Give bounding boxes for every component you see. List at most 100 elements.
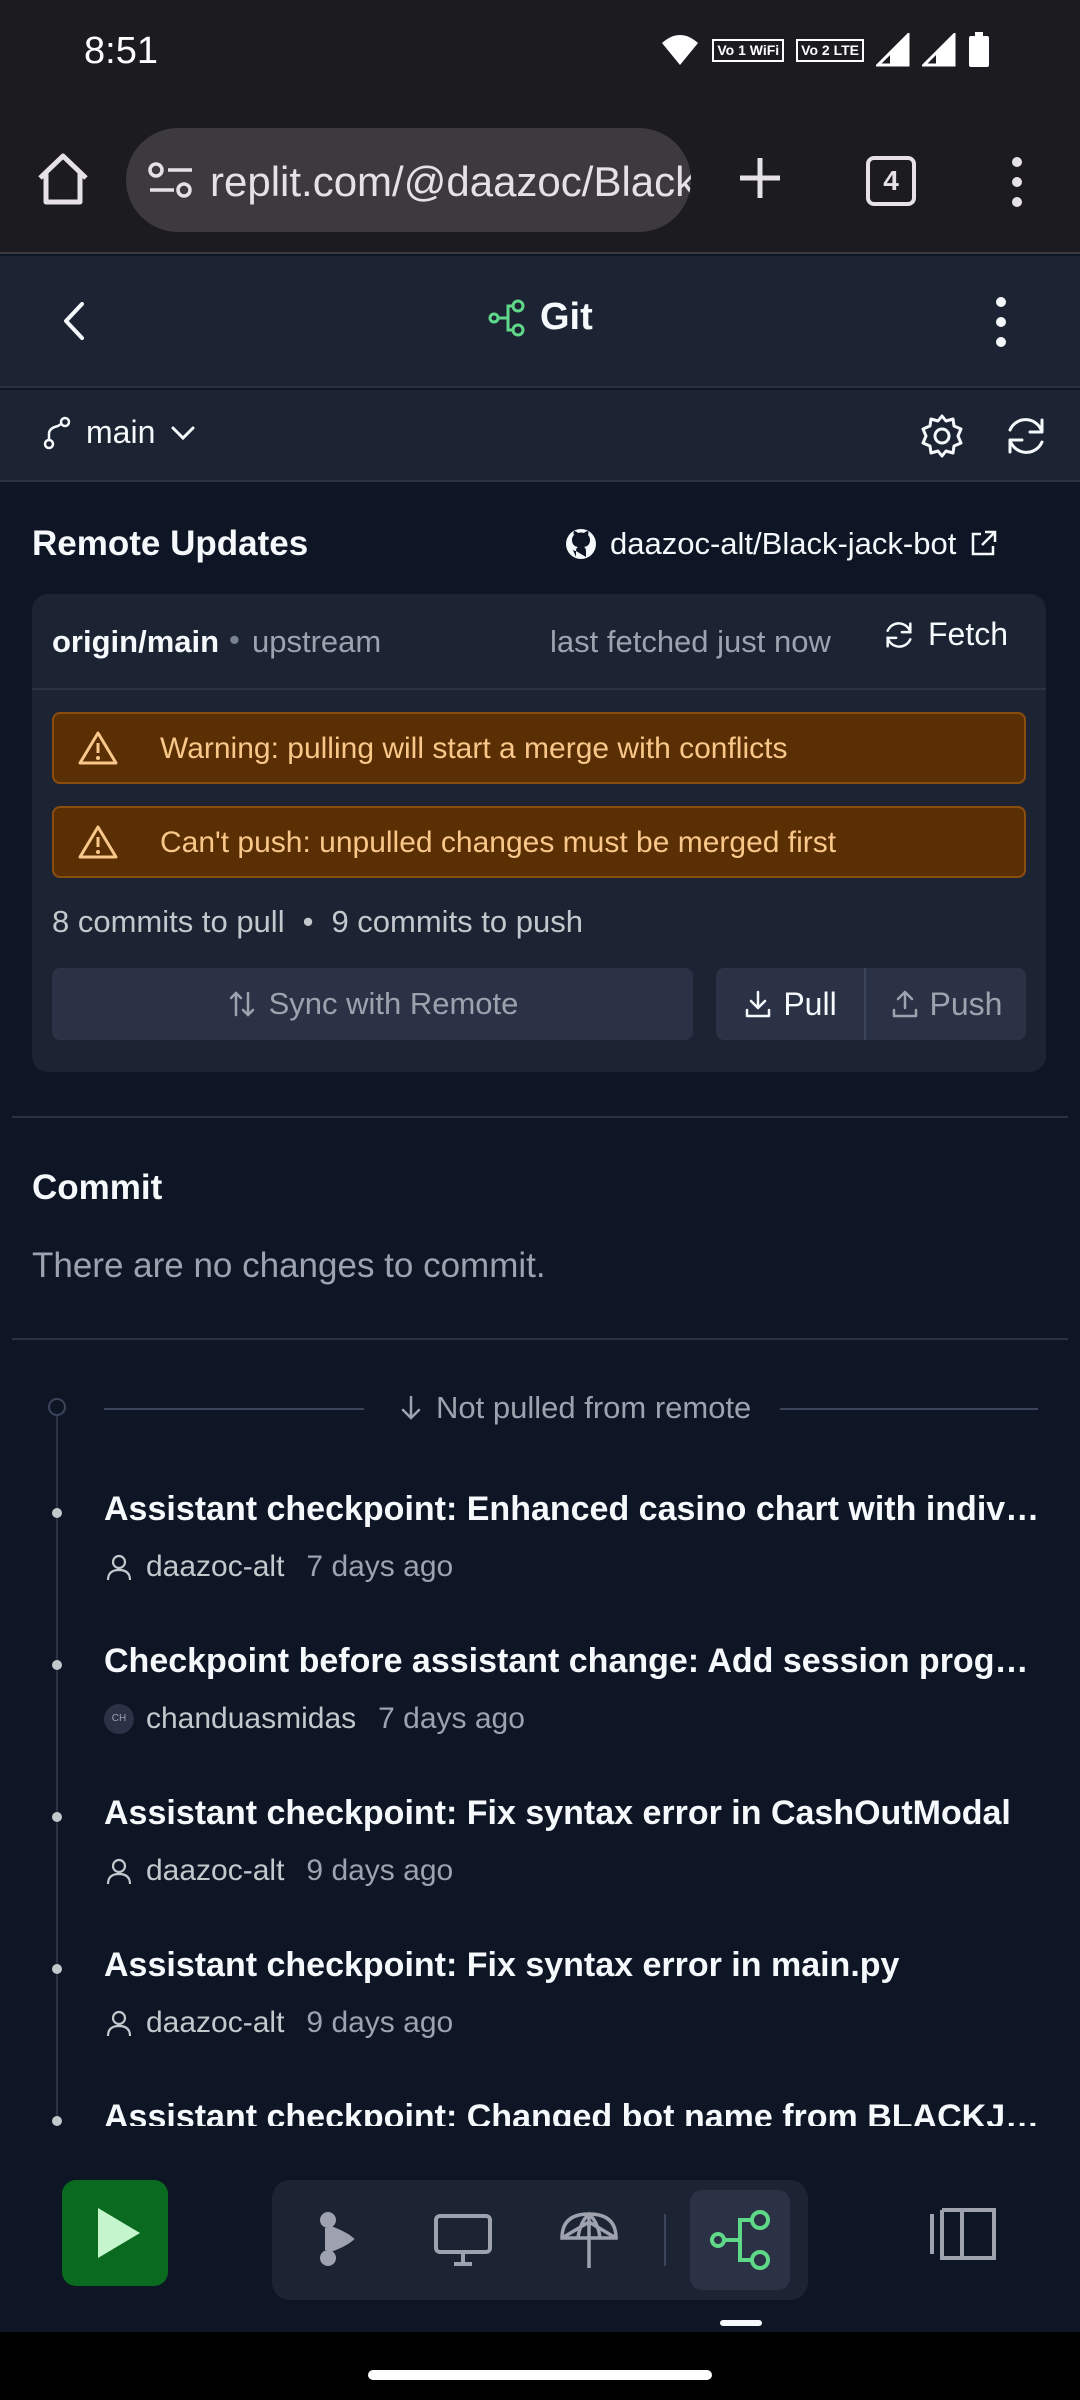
browser-menu-icon[interactable] (1000, 154, 1034, 210)
external-link-icon (972, 530, 997, 556)
git-icon (710, 2210, 770, 2270)
separator-line (780, 1408, 1038, 1410)
battery-icon (969, 32, 989, 67)
repo-name: daazoc-alt/Black-jack-bot (610, 526, 957, 561)
commit-item[interactable]: Checkpoint before assistant change: Add … (0, 1632, 1080, 1772)
branch-bar: main (0, 390, 1080, 482)
page-title-text: Git (540, 296, 593, 338)
timeline-dot (52, 2116, 62, 2126)
commit-message: Assistant checkpoint: Fix syntax error i… (104, 1794, 1011, 1832)
not-pulled-text: Not pulled from remote (436, 1390, 752, 1425)
commit-meta: daazoc-alt 9 days ago (104, 2006, 453, 2040)
agent-tool-button[interactable] (296, 2198, 378, 2280)
counts-separator: • (302, 904, 314, 939)
run-button[interactable] (62, 2180, 168, 2286)
timeline-dot (52, 1508, 62, 1518)
browser-toolbar: replit.com/@daazoc/Black-jack-bot 4 (0, 106, 1080, 254)
avatar: CH (104, 1704, 134, 1734)
branch-selector[interactable]: main (42, 414, 197, 451)
not-pulled-separator: Not pulled from remote (104, 1388, 1038, 1428)
agent-icon (320, 2212, 355, 2266)
github-repo-link[interactable]: daazoc-alt/Black-jack-bot (564, 526, 998, 562)
user-icon (106, 1554, 132, 1581)
settings-gear-icon[interactable] (918, 412, 966, 460)
url-text: replit.com/@daazoc/Black-jack-bot (210, 158, 691, 205)
home-gesture-pill[interactable] (368, 2370, 712, 2380)
git-tool-button[interactable] (690, 2190, 790, 2290)
fetch-label: Fetch (928, 616, 1009, 652)
refresh-icon (886, 621, 912, 648)
remote-updates-title: Remote Updates (32, 524, 309, 563)
remote-branch-name: origin/main (52, 624, 220, 659)
push-label: Push (929, 985, 1003, 1022)
commits-to-push: 9 commits to push (331, 904, 583, 939)
git-icon (488, 299, 525, 336)
download-icon (746, 990, 771, 1018)
site-settings-icon[interactable] (146, 158, 196, 202)
pull-push-group: Pull Push (716, 968, 1026, 1040)
warning-text: Warning: pulling will start a merge with… (160, 732, 788, 765)
timeline-dot (52, 1660, 62, 1670)
signal-icon-2 (922, 33, 956, 67)
git-header: Git (0, 256, 1080, 388)
commit-time: 9 days ago (306, 1854, 454, 1887)
no-changes-message: There are no changes to commit. (32, 1246, 546, 1285)
timeline-dot (52, 1964, 62, 1974)
commit-meta: daazoc-alt 7 days ago (104, 1550, 453, 1584)
commit-time: 7 days ago (306, 1550, 454, 1583)
chevron-down-icon (171, 426, 195, 440)
commit-message: Assistant checkpoint: Changed bot name f… (104, 2098, 1040, 2126)
commit-item[interactable]: Assistant checkpoint: Changed bot name f… (0, 2088, 1080, 2126)
home-icon[interactable] (34, 150, 92, 208)
merge-conflict-warning: Warning: pulling will start a merge with… (52, 712, 1026, 784)
commit-author: daazoc-alt (146, 1550, 285, 1583)
push-button[interactable]: Push (866, 968, 1026, 1040)
play-icon (98, 2208, 140, 2258)
remote-separator: • (229, 622, 240, 657)
tab-switcher-button[interactable]: 4 (866, 156, 916, 206)
pull-button[interactable]: Pull (716, 968, 866, 1040)
system-nav-bar (0, 2332, 1080, 2400)
commit-item[interactable]: Assistant checkpoint: Fix syntax error i… (0, 1936, 1080, 2076)
bottom-toolbar (0, 2126, 1080, 2332)
more-options-icon[interactable] (984, 292, 1018, 352)
warning-icon (78, 825, 118, 859)
branch-icon (43, 416, 71, 449)
panel-handle[interactable] (720, 2320, 762, 2326)
status-icons: Vo 1 WiFi Vo 2 LTE (660, 32, 990, 68)
timeline-start-node (48, 1398, 66, 1416)
upload-icon (892, 990, 917, 1018)
commits-to-pull: 8 commits to pull (52, 904, 285, 939)
monitor-icon (434, 2214, 492, 2266)
refresh-icon[interactable] (1002, 412, 1050, 460)
upstream-label: upstream (252, 624, 382, 659)
remote-card: origin/main • upstream last fetched just… (32, 594, 1046, 1072)
tool-separator (664, 2214, 666, 2266)
commit-item[interactable]: Assistant checkpoint: Fix syntax error i… (0, 1784, 1080, 1924)
vowifi-icon: Vo 1 WiFi (712, 38, 785, 62)
commit-time: 7 days ago (378, 1702, 525, 1735)
commit-message: Assistant checkpoint: Fix syntax error i… (104, 1946, 900, 1984)
status-time: 8:51 (84, 30, 158, 72)
user-icon (106, 2010, 132, 2037)
commit-author: chanduasmidas (146, 1702, 357, 1735)
commit-time: 9 days ago (306, 2006, 454, 2039)
address-bar[interactable]: replit.com/@daazoc/Black-jack-bot (126, 128, 691, 232)
warning-text: Can't push: unpulled changes must be mer… (160, 826, 837, 859)
layout-toggle-icon[interactable] (928, 2204, 998, 2264)
new-tab-icon[interactable] (732, 150, 788, 206)
deploy-tool-button[interactable] (548, 2198, 630, 2280)
timeline-dot (52, 1812, 62, 1822)
commit-item[interactable]: Assistant checkpoint: Enhanced casino ch… (0, 1480, 1080, 1620)
status-bar: 8:51 Vo 1 WiFi Vo 2 LTE (0, 0, 1080, 106)
not-pulled-label: Not pulled from remote (388, 1390, 762, 1426)
commit-message: Assistant checkpoint: Enhanced casino ch… (104, 1490, 1040, 1528)
branch-name: main (86, 414, 156, 450)
webview-tool-button[interactable] (422, 2198, 504, 2280)
fetch-button[interactable]: Fetch (882, 616, 1008, 653)
volte-icon: Vo 2 LTE (796, 38, 864, 62)
github-icon (566, 529, 596, 559)
back-arrow-icon[interactable] (50, 296, 100, 346)
sync-with-remote-button[interactable]: Sync with Remote (52, 968, 693, 1040)
remote-card-header: origin/main • upstream last fetched just… (32, 594, 1046, 690)
